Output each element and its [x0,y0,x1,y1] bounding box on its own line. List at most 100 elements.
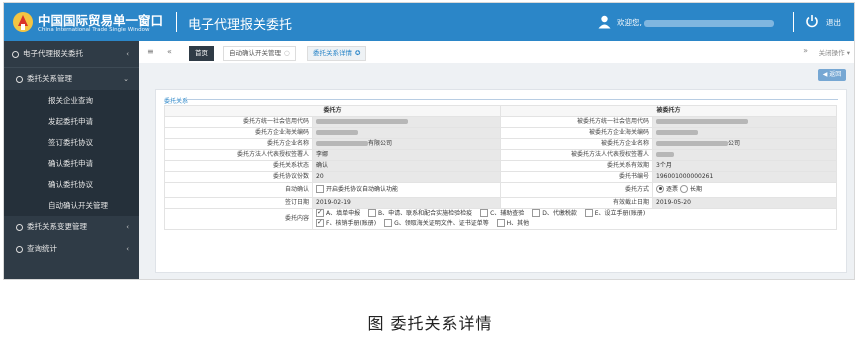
content-option-label: H、其他 [506,220,530,227]
sidebar-item-confirm-application[interactable]: 确认委托申请 [4,153,139,174]
checkbox[interactable] [532,209,541,217]
entrustee-customs-code [652,127,838,139]
sidebar-item-auto-confirm-switch[interactable]: 自动确认开关管理 [4,195,139,216]
checkbox[interactable] [368,209,377,217]
table-row: 委托方企业名称 有限公司 被委托方企业名称 公司 [164,138,838,150]
tab-entrust-detail[interactable]: 委托关系详情 ✪ [307,46,367,61]
content-option[interactable]: G、领取海关证明文件、证书证单等 [384,218,489,227]
chevron-left-icon: ‹ [126,50,129,58]
sidebar: 电子代理报关委托 ‹ 委托关系管理 ⌄ 报关企业查询 发起委托申请 签订委托协议… [4,41,139,279]
single-window-logo-icon [13,12,33,32]
mode-long-radio[interactable] [679,184,688,193]
content-option-label: E、设立手册(账册) [594,210,646,217]
field-label: 被委托方统一社会信用代码 [500,116,654,128]
checkbox-checked[interactable] [316,209,324,217]
menu-circle-icon [16,245,23,253]
entrust-detail-table: 委托方 被委托方 委托方统一社会信用代码 被委托方统一社会信用代码 委托方企业海… [163,105,838,230]
field-label: 委托方统一社会信用代码 [164,116,313,128]
logout-link[interactable]: 退出 [826,17,841,28]
auto-confirm-text: 开启委托协议自动确认功能 [326,186,399,193]
sidebar-group-label: 委托关系管理 [27,74,72,83]
power-icon[interactable] [805,14,819,28]
chevron-left-icon: ‹ [126,245,129,253]
validity-value: 3个月 [652,160,838,172]
checkbox-checked[interactable] [316,217,324,227]
field-label: 委托协议份数 [164,171,313,183]
content-option[interactable]: C、辅助查验 [480,209,524,217]
company-name-suffix: 有限公司 [368,140,393,147]
chevron-down-icon: ⌄ [123,75,129,83]
entruster-customs-code [311,127,502,139]
entrustee-legal-rep [652,149,838,161]
content-option[interactable]: F、核销手册(账册) [316,217,377,227]
field-label: 自动确认 [164,182,313,198]
entrust-detail-panel: 委托关系 委托方 被委托方 委托方统一社会信用代码 被委托方统一社会信用代码 委… [155,89,847,273]
table-row: 委托方企业海关编码 被委托方企业海关编码 [164,127,838,139]
tab-auto-confirm-switch[interactable]: 自动确认开关管理 ○ [223,46,296,61]
entrust-number-value: 196001000000261 [652,171,838,183]
field-label: 签订日期 [164,197,313,209]
sidebar-group-entrust-management[interactable]: 委托关系管理 ⌄ [4,68,139,90]
field-label: 被委托方法人代表授权签署人 [500,149,654,161]
sidebar-group-query-stats[interactable]: 查询统计 ‹ [4,238,139,260]
content-option[interactable]: E、设立手册(账册) [584,209,646,217]
checkbox[interactable] [384,218,393,227]
close-icon[interactable]: ✪ [355,49,360,57]
sidebar-item-sign-agreement[interactable]: 签订委托协议 [4,132,139,153]
field-label: 被委托方企业海关编码 [500,127,654,139]
chevron-left-icon: ‹ [126,223,129,231]
field-label: 委托方法人代表授权签署人 [164,149,313,161]
entruster-legal-rep: 李娜 [311,149,502,161]
auto-confirm-checkbox[interactable] [316,184,324,193]
menu-circle-icon [12,50,19,58]
table-row: 自动确认 开启委托协议自动确认功能 委托方式 逐票 长期 [164,182,838,198]
agreement-copies-value: 20 [311,171,502,183]
sidebar-group-change-management[interactable]: 委托关系变更管理 ‹ [4,216,139,238]
field-label: 委托方企业名称 [164,138,313,150]
content-option-label: G、领取海关证明文件、证书证单等 [394,220,489,227]
table-row: 委托方统一社会信用代码 被委托方统一社会信用代码 [164,116,838,128]
entrust-content-options: A、填单申报 B、申请、联系和配合实施检验检疫 C、辅助查验 D、代缴税款 E、… [311,208,838,230]
content-option[interactable]: H、其他 [496,218,530,227]
main-content: ◀ 返回 委托关系 委托方 被委托方 委托方统一社会信用代码 被委托方统一社会信… [139,63,854,279]
table-row: 委托协议份数 20 委托书编号 196001000000261 [164,171,838,183]
sidebar-item-confirm-agreement[interactable]: 确认委托协议 [4,174,139,195]
welcome-label: 欢迎您, [617,18,642,27]
top-header: 中国国际贸易单一窗口 China International Trade Sin… [4,3,854,41]
username-redacted [643,19,774,27]
checkbox[interactable] [496,218,505,227]
content-option[interactable]: D、代缴税款 [532,209,577,217]
column-header-entrustee: 被委托方 [500,105,838,117]
mode-normal-radio[interactable] [656,184,665,193]
sidebar-item-broker-query[interactable]: 报关企业查询 [4,90,139,111]
brand-title-en: China International Trade Single Window [38,27,150,33]
welcome-text: 欢迎您, [617,17,774,28]
back-button[interactable]: ◀ 返回 [818,69,846,81]
field-label: 委托方企业海关编码 [164,127,313,139]
mode-long-label: 长期 [689,186,702,193]
redacted-value [316,130,358,135]
table-header-row: 委托方 被委托方 [163,105,838,117]
system-title: 电子代理报关委托 [188,18,293,33]
entrustee-company-name: 公司 [652,138,838,150]
sidebar-item-initiate-application[interactable]: 发起委托申请 [4,111,139,132]
entrustee-credit-code [652,116,838,128]
content-option-label: D、代缴税款 [542,210,577,217]
scroll-right-icon[interactable]: » [803,46,808,55]
redacted-value [656,130,699,135]
content-option[interactable]: B、申请、联系和配合实施检验检疫 [368,209,472,217]
legend-divider [186,99,838,100]
scroll-left-icon[interactable]: « [167,47,172,56]
menu-toggle-icon[interactable]: ≡ [147,47,154,56]
checkbox[interactable] [480,209,489,217]
close-operations-dropdown[interactable]: 关闭操作 ▾ [819,47,850,57]
end-date-value: 2019-05-20 [652,197,838,209]
content-option-label: F、核销手册(账册) [326,220,377,227]
sign-date-value: 2019-02-19 [311,197,502,209]
tab-home[interactable]: 首页 [189,46,214,61]
user-icon [598,15,611,29]
checkbox[interactable] [584,209,593,217]
sidebar-main-menu[interactable]: 电子代理报关委托 ‹ [4,41,139,68]
close-icon[interactable]: ○ [284,49,290,57]
header-divider-right [793,12,794,32]
